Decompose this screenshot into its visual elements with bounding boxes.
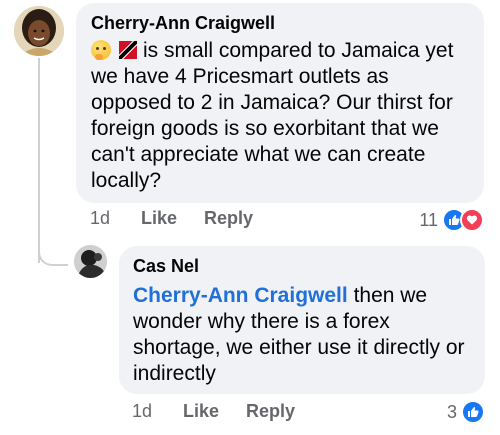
reply-reaction-summary[interactable]: 3 [447, 400, 485, 424]
avatar[interactable] [14, 6, 64, 56]
reply-button[interactable]: Reply [246, 401, 295, 422]
reply-timestamp[interactable]: 1d [132, 401, 176, 422]
comment-author[interactable]: Cherry-Ann Craigwell [91, 12, 471, 34]
reply-bubble: Cas Nel Cherry-Ann Craigwell then we won… [119, 246, 485, 394]
reaction-summary[interactable]: 11 [419, 208, 484, 232]
reaction-count: 11 [419, 209, 438, 230]
reply-actions: 1d Like Reply [132, 401, 295, 422]
like-button[interactable]: Like [183, 401, 245, 422]
love-icon [460, 208, 484, 232]
comment-timestamp[interactable]: 1d [90, 208, 134, 229]
like-icon [461, 400, 485, 424]
like-button[interactable]: Like [141, 208, 203, 229]
comment-actions: 1d Like Reply [90, 208, 253, 229]
reply-avatar[interactable] [74, 245, 107, 278]
mention-link[interactable]: Cherry-Ann Craigwell [133, 284, 348, 307]
comment-bubble: Cherry-Ann Craigwell is small compared t… [76, 3, 484, 203]
thinking-face-icon [91, 40, 111, 60]
reaction-count: 3 [446, 401, 457, 422]
reply-text: Cherry-Ann Craigwell then we wonder why … [133, 283, 472, 387]
reply-author[interactable]: Cas Nel [133, 255, 472, 277]
comment-text: is small compared to Jamaica yet we have… [91, 38, 471, 194]
comment-body: is small compared to Jamaica yet we have… [91, 39, 454, 192]
thread-connector [38, 240, 68, 266]
thread-line [38, 58, 40, 263]
trinidad-flag-icon [119, 41, 137, 59]
reply-button[interactable]: Reply [204, 208, 253, 229]
